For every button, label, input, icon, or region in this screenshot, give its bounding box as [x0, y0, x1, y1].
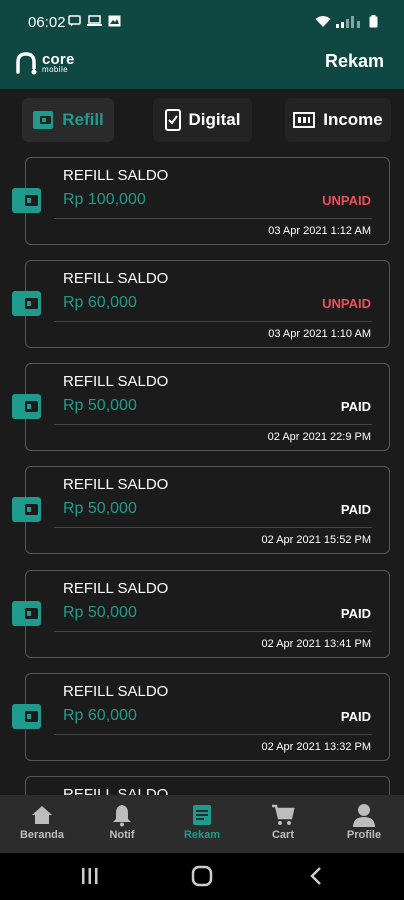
divider — [54, 527, 372, 528]
transaction-date: 03 Apr 2021 1:12 AM — [268, 225, 371, 237]
app-logo: core mobile — [14, 50, 75, 76]
transaction-date: 02 Apr 2021 22:9 PM — [267, 431, 371, 443]
top-bar: 06:02 core mobile Rekam — [0, 0, 404, 89]
transaction-title: REFILL SALDO — [63, 786, 169, 795]
document-icon — [193, 805, 211, 825]
system-navigation-bar — [0, 853, 404, 900]
wifi-icon — [315, 16, 331, 27]
transaction-title: REFILL SALDO — [63, 270, 169, 287]
transaction-amount: Rp 50,000 — [63, 604, 137, 621]
back-icon[interactable] — [308, 865, 324, 887]
divider — [54, 218, 372, 219]
logo-mark-icon — [16, 52, 37, 75]
nav-cart-label: Cart — [271, 829, 294, 841]
transaction-card[interactable]: REFILL SALDO Rp 100,000 UNPAID 03 Apr 20… — [12, 157, 390, 245]
transaction-date: 02 Apr 2021 13:41 PM — [261, 638, 371, 650]
tab-digital[interactable]: Digital — [153, 98, 252, 142]
transaction-amount: Rp 60,000 — [63, 707, 137, 724]
tab-income[interactable]: Income — [285, 98, 391, 142]
phone-icon — [164, 109, 181, 131]
transaction-amount: Rp 60,000 — [63, 294, 137, 311]
transaction-list[interactable]: REFILL SALDO Rp 100,000 UNPAID 03 Apr 20… — [0, 150, 404, 795]
status-system-icons — [315, 15, 378, 28]
divider — [54, 321, 372, 322]
nav-rekam[interactable]: Rekam — [162, 795, 242, 853]
status-badge: PAID — [340, 399, 371, 414]
nav-rekam-label: Rekam — [183, 829, 221, 841]
divider — [54, 631, 372, 632]
status-badge: PAID — [340, 709, 371, 724]
nav-notif-label: Notif — [109, 829, 135, 841]
wallet-icon — [12, 188, 41, 213]
nav-notif[interactable]: Notif — [82, 795, 162, 853]
nav-profile[interactable]: Profile — [324, 795, 404, 853]
cash-icon — [293, 112, 316, 128]
transaction-title: REFILL SALDO — [63, 580, 169, 597]
message-icon — [68, 15, 81, 27]
page-title: Rekam — [324, 51, 384, 71]
laptop-icon — [87, 15, 102, 26]
transaction-amount: Rp 50,000 — [63, 500, 137, 517]
nav-profile-label: Profile — [346, 829, 382, 841]
image-icon — [108, 15, 121, 27]
transaction-title: REFILL SALDO — [63, 373, 169, 390]
cart-icon — [272, 804, 295, 825]
status-badge: UNPAID — [322, 193, 371, 208]
tab-refill[interactable]: Refill — [22, 98, 114, 142]
tab-bar: Refill Digital Income — [0, 89, 404, 149]
person-icon — [353, 804, 375, 827]
transaction-amount: Rp 100,000 — [63, 191, 146, 208]
logo-text: core mobile — [42, 52, 75, 74]
transaction-card[interactable]: REFILL SALDO Rp 60,000 PAID 02 Apr 2021 … — [12, 673, 390, 761]
transaction-card[interactable]: REFILL SALDO Rp 50,000 PAID 02 Apr 2021 … — [12, 363, 390, 451]
wallet-icon — [12, 291, 41, 316]
status-time: 06:02 — [28, 14, 66, 31]
wallet-icon — [33, 111, 54, 129]
status-notification-icons — [68, 15, 121, 27]
nav-cart[interactable]: Cart — [243, 795, 323, 853]
status-badge: PAID — [340, 606, 371, 621]
divider — [54, 734, 372, 735]
transaction-title: REFILL SALDO — [63, 683, 169, 700]
status-badge: PAID — [340, 502, 371, 517]
tab-income-label: Income — [323, 110, 383, 129]
transaction-card[interactable]: REFILL SALDO Rp 50,000 PAID 02 Apr 2021 … — [12, 570, 390, 658]
transaction-date: 02 Apr 2021 15:52 PM — [261, 534, 371, 546]
bottom-navigation: Beranda Notif Rekam Cart Profile — [0, 795, 404, 853]
wallet-icon — [12, 704, 41, 729]
battery-icon — [369, 15, 378, 28]
transaction-date: 03 Apr 2021 1:10 AM — [268, 328, 371, 340]
nav-beranda-label: Beranda — [19, 829, 65, 841]
wallet-icon — [12, 497, 41, 522]
transaction-title: REFILL SALDO — [63, 167, 169, 184]
app-screen: 06:02 core mobile Rekam Refill Digital I… — [0, 0, 404, 900]
divider — [54, 424, 372, 425]
transaction-title: REFILL SALDO — [63, 476, 169, 493]
transaction-amount: Rp 50,000 — [63, 397, 137, 414]
wallet-icon — [12, 601, 41, 626]
bell-icon — [113, 805, 131, 827]
tab-digital-label: Digital — [188, 110, 241, 129]
home-button-icon[interactable] — [191, 865, 213, 887]
transaction-date: 02 Apr 2021 13:32 PM — [261, 741, 371, 753]
status-badge: UNPAID — [322, 296, 371, 311]
transaction-card[interactable]: REFILL SALDO — [25, 776, 390, 795]
signal-icon — [336, 15, 360, 28]
transaction-card[interactable]: REFILL SALDO Rp 60,000 UNPAID 03 Apr 202… — [12, 260, 390, 348]
recent-apps-icon[interactable] — [80, 865, 100, 887]
tab-refill-label: Refill — [62, 110, 104, 129]
home-icon — [32, 806, 52, 824]
nav-beranda[interactable]: Beranda — [2, 795, 82, 853]
wallet-icon — [12, 394, 41, 419]
status-bar: 06:02 — [0, 0, 404, 42]
transaction-card[interactable]: REFILL SALDO Rp 50,000 PAID 02 Apr 2021 … — [12, 466, 390, 554]
